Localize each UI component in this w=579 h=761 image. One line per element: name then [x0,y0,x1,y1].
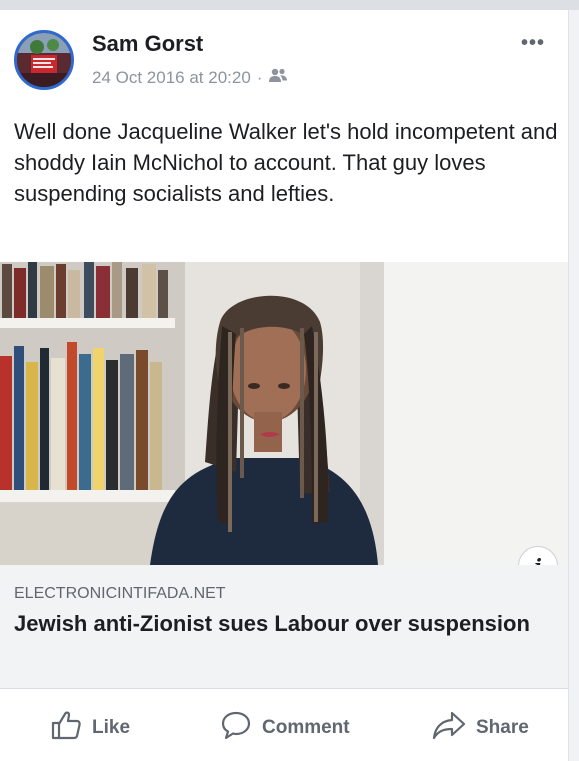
link-headline[interactable]: Jewish anti-Zionist sues Labour over sus… [14,609,534,639]
share-label: Share [476,717,529,738]
more-options-button[interactable]: ••• [521,32,545,55]
adjacent-card-edge [568,10,579,761]
like-label: Like [92,717,131,738]
timestamp[interactable]: 24 Oct 2016 at 20:20 [92,68,251,88]
link-preview[interactable]: ELECTRONICINTIFADA.NET Jewish anti-Zioni… [0,565,568,689]
comment-button[interactable]: Comment [220,710,350,746]
share-icon [432,710,466,746]
link-domain: ELECTRONICINTIFADA.NET [14,585,226,602]
thumbs-up-icon [50,710,82,746]
friends-icon [268,67,288,88]
meta-separator: · [256,67,263,87]
action-bar: Like Comment Share [0,690,568,761]
share-button[interactable]: Share [432,710,529,746]
link-preview-image[interactable] [0,262,568,565]
comment-icon [220,710,252,746]
post-meta: 24 Oct 2016 at 20:20 · [92,67,288,88]
like-button[interactable]: Like [50,710,130,746]
comment-label: Comment [262,717,350,738]
post-text: Well done Jacqueline Walker let's hold i… [14,119,558,206]
top-strip [0,0,579,10]
avatar[interactable] [14,30,74,90]
author-name[interactable]: Sam Gorst [92,31,203,57]
